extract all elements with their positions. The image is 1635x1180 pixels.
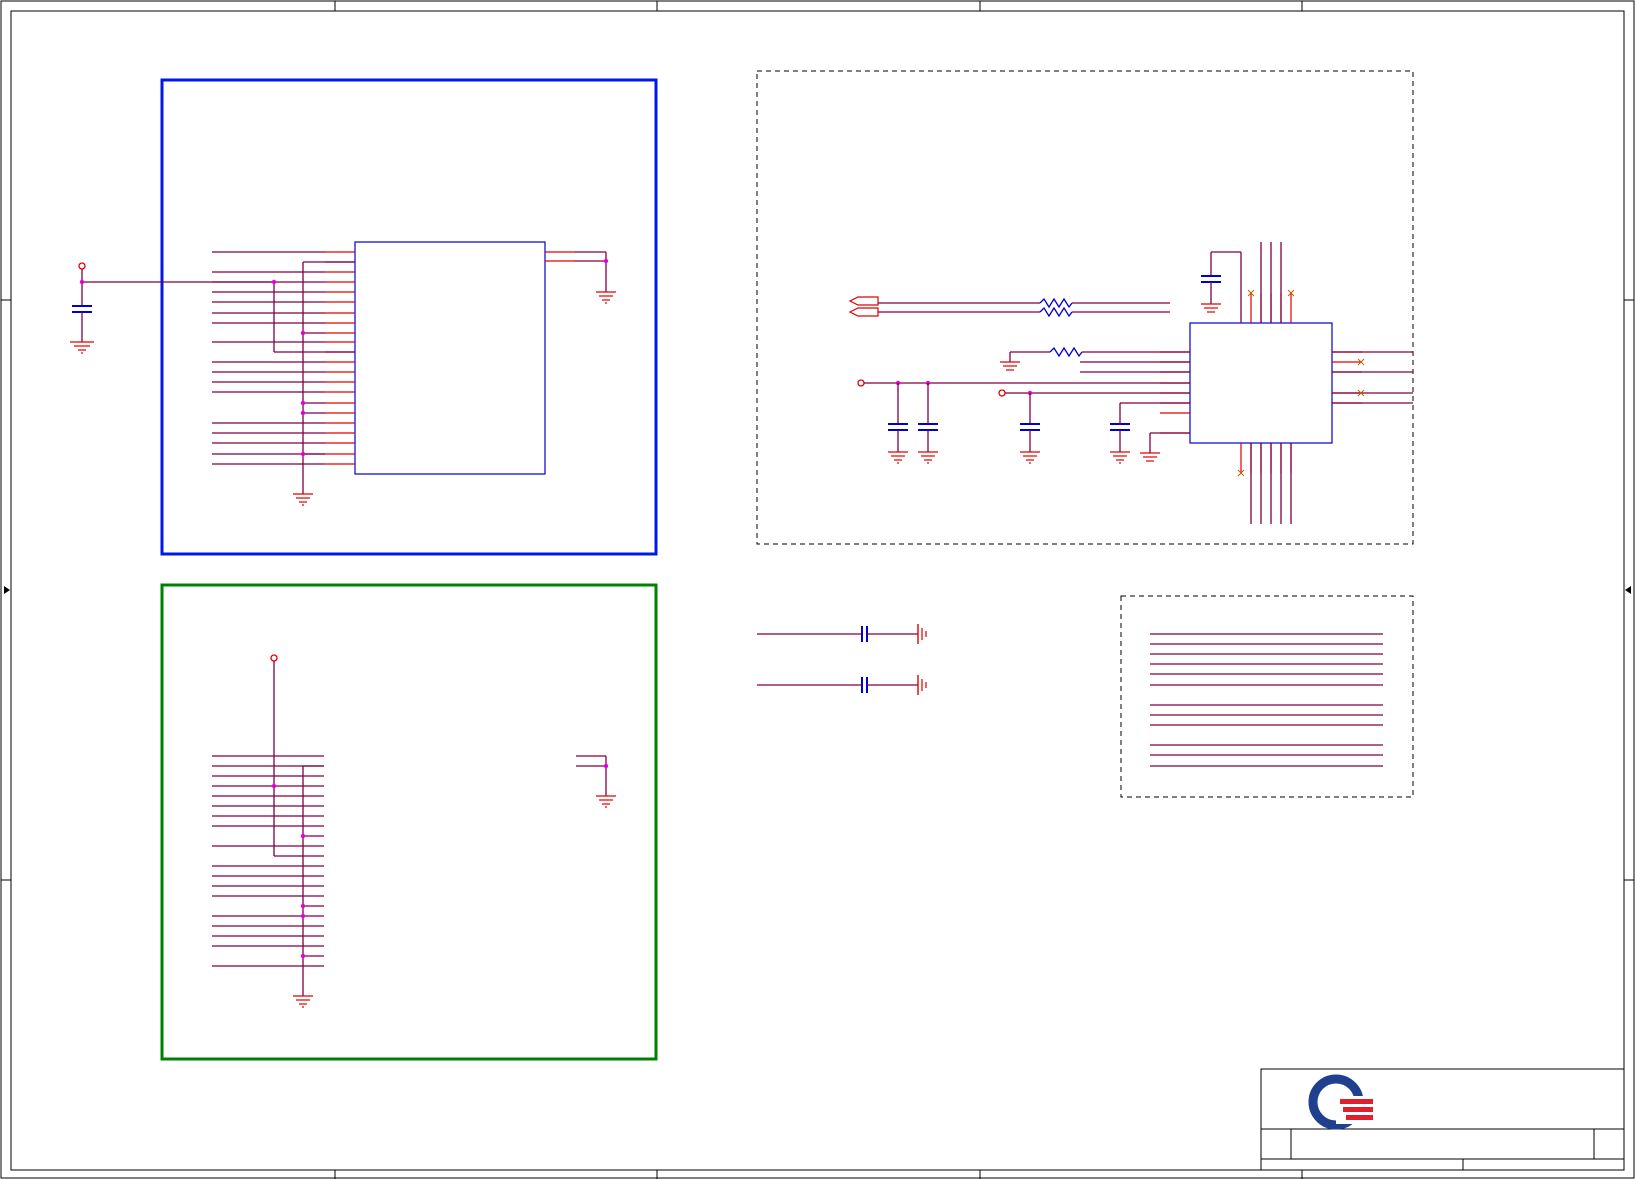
- diff-pair: [848, 296, 1170, 318]
- schematic-sheet: [0, 0, 1635, 1180]
- ur-vcc-rail-1: [857, 379, 1190, 387]
- sheet-frame-arrows: [4, 586, 1631, 594]
- ground-icon: [293, 995, 313, 1008]
- ul-junctions: [271, 279, 306, 457]
- ground-icon: [596, 795, 616, 808]
- ll-right-gnd: [576, 755, 616, 808]
- ur-vcc-rail-2: [998, 389, 1190, 397]
- ul-right-gnd: [545, 251, 616, 304]
- vcc-decoupling-left: [70, 262, 272, 354]
- capacitor-icon: [861, 626, 868, 642]
- power-port-icon: [270, 654, 278, 662]
- ll-junctions: [271, 783, 306, 959]
- ground-icon: [1201, 303, 1221, 313]
- ic-upper-left[interactable]: [354, 241, 546, 475]
- capacitor-icon: [918, 423, 938, 431]
- ul-bus-gnd: [302, 261, 355, 494]
- capacitor-icon: [861, 677, 868, 693]
- chassis-ground-icon: [917, 675, 927, 695]
- ground-icon: [596, 291, 616, 304]
- ground-icon: [1110, 451, 1130, 464]
- block-upper-right[interactable]: [756, 70, 1414, 545]
- chassis-caps: [757, 624, 927, 695]
- ur-bottom-pin-wires: [1250, 443, 1292, 524]
- ur-vcc-caps: [888, 383, 1130, 464]
- chassis-ground-icon: [917, 624, 927, 644]
- ll-bus-gnd: [302, 765, 324, 996]
- ur-right-pin-wires: [1332, 351, 1413, 404]
- ur-top-cap: [1201, 251, 1242, 323]
- block-lower-right[interactable]: [1120, 595, 1414, 798]
- offpage-connector-icon: [848, 296, 879, 306]
- ground-icon: [70, 341, 94, 354]
- ur-top-pin-wires: [1260, 242, 1282, 323]
- block-upper-left[interactable]: [160, 78, 658, 556]
- capacitor-icon: [1201, 275, 1221, 283]
- capacitor-icon: [72, 305, 92, 313]
- resistor-icon: [1039, 297, 1073, 309]
- ic-upper-left-pins: [325, 251, 355, 465]
- block-lower-left[interactable]: [160, 583, 658, 1061]
- ur-left-signal-wires: [1080, 361, 1190, 373]
- ll-wires: [212, 755, 324, 967]
- ur-ic-gnd-left: [1119, 402, 1190, 462]
- junction-dot: [79, 279, 85, 285]
- capacitor-icon: [888, 423, 908, 431]
- schematic-canvas: [0, 0, 1635, 1179]
- ground-icon: [293, 493, 313, 506]
- ic-upper-right[interactable]: [1189, 322, 1333, 444]
- lr-nets: [1150, 633, 1383, 767]
- sheet-frame: [0, 0, 1635, 1179]
- ground-icon: [1140, 452, 1160, 462]
- ground-icon: [1020, 451, 1040, 464]
- power-port-icon: [78, 262, 86, 270]
- capacitor-icon: [1020, 423, 1040, 431]
- resistor-icon: [1049, 346, 1083, 358]
- power-port-icon: [998, 389, 1006, 397]
- ur-pulldown: [1000, 346, 1190, 371]
- ic-upper-left-wires: [212, 251, 325, 465]
- offpage-connector-icon: [848, 307, 879, 317]
- resistor-icon: [1039, 306, 1073, 318]
- ground-icon: [888, 451, 908, 464]
- company-logo-icon: [1308, 1074, 1373, 1130]
- no-connect-markers: [1237, 289, 1365, 477]
- ground-icon: [918, 451, 938, 464]
- ground-icon: [1000, 361, 1020, 371]
- power-port-icon: [857, 379, 865, 387]
